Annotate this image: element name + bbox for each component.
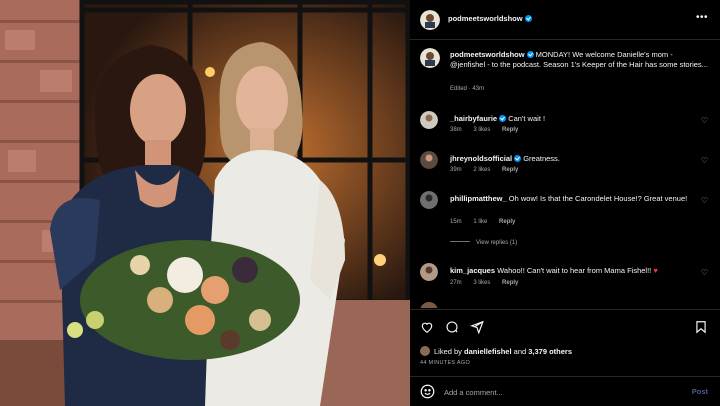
comment-meta: 27m 3 likes Reply xyxy=(450,280,528,286)
bookmark-icon[interactable] xyxy=(694,320,708,334)
comment-time: 27m xyxy=(450,280,462,286)
reply-button[interactable]: Reply xyxy=(502,127,518,133)
comment-text: kim_jacques Wahoo!! Can't wait to hear f… xyxy=(450,266,690,277)
post-sidebar: podmeetsworldshow ••• podmeetsworldshow … xyxy=(410,0,720,406)
partial-comment-row xyxy=(420,302,710,308)
liked-by-summary: Liked by daniellefishel and 3,379 others xyxy=(420,346,572,356)
comment-username[interactable]: jhreynoldsofficial xyxy=(450,154,512,163)
share-icon[interactable] xyxy=(470,320,484,334)
comment-input[interactable] xyxy=(444,384,674,400)
comment-composer: Post xyxy=(410,376,720,406)
comment-time: 39m xyxy=(450,167,462,173)
comment-meta: 39m 2 likes Reply xyxy=(450,167,528,173)
view-replies-label: View replies (1) xyxy=(476,240,518,246)
comment-like-heart-icon[interactable]: ♡ xyxy=(701,116,708,125)
comment-like-heart-icon[interactable]: ♡ xyxy=(701,196,708,205)
reply-button[interactable]: Reply xyxy=(502,167,518,173)
comment-likes[interactable]: 2 likes xyxy=(473,167,490,173)
post-header: podmeetsworldshow ••• xyxy=(410,0,720,40)
post-timestamp: 44 MINUTES AGO xyxy=(420,360,471,366)
more-icon[interactable]: ••• xyxy=(696,12,708,23)
verified-badge-icon xyxy=(499,115,507,122)
comment-like-heart-icon[interactable]: ♡ xyxy=(701,156,708,165)
comment-time: 38m xyxy=(450,127,462,133)
post-comment-button[interactable]: Post xyxy=(692,387,708,396)
emoji-icon[interactable] xyxy=(420,384,435,399)
liked-by-and: and xyxy=(511,347,529,356)
author-username[interactable]: podmeetsworldshow xyxy=(448,14,532,23)
caption-username[interactable]: podmeetsworldshow xyxy=(450,50,525,59)
comment-text: phillipmatthew_ Oh wow! Is that the Caro… xyxy=(450,194,690,205)
verified-badge-icon xyxy=(524,15,532,22)
comment-body: Wahoo!! Can't wait to hear from Mama Fis… xyxy=(497,266,654,275)
caption-avatar[interactable] xyxy=(420,48,440,68)
liked-by-others[interactable]: 3,379 others xyxy=(528,347,572,356)
post-actions: Liked by daniellefishel and 3,379 others… xyxy=(410,309,720,379)
replies-divider xyxy=(450,241,470,242)
commenter-avatar[interactable] xyxy=(420,191,438,209)
commenter-avatar[interactable] xyxy=(420,263,438,281)
comment-username[interactable]: _hairbyfaurie xyxy=(450,114,497,123)
comment-username[interactable]: phillipmatthew_ xyxy=(450,194,507,203)
red-heart-emoji-icon: ♥ xyxy=(653,266,658,275)
comment-text: jhreynoldsofficial Greatness. xyxy=(450,154,690,165)
comment-body: Greatness. xyxy=(523,154,560,163)
caption-meta: Edited · 43m xyxy=(450,86,485,92)
liked-by-prefix: Liked by xyxy=(434,347,465,356)
post-photo[interactable] xyxy=(0,0,410,406)
comment-time: 15m xyxy=(450,219,462,225)
commenter-avatar[interactable] xyxy=(420,151,438,169)
liked-by-user[interactable]: daniellefishel xyxy=(464,347,512,356)
comment-meta: 38m 3 likes Reply xyxy=(450,127,528,133)
comment-body: Oh wow! Is that the Carondelet House!? G… xyxy=(508,194,688,203)
comment-likes[interactable]: 1 like xyxy=(473,219,487,225)
author-avatar[interactable] xyxy=(420,10,440,30)
comment-icon[interactable] xyxy=(445,320,459,334)
commenter-avatar xyxy=(420,302,438,308)
comment-body: Can't wait ! xyxy=(508,114,546,123)
reply-button[interactable]: Reply xyxy=(502,280,518,286)
comment-likes[interactable]: 3 likes xyxy=(473,280,490,286)
verified-badge-icon xyxy=(514,155,522,162)
heart-icon[interactable] xyxy=(420,320,434,334)
comment-meta: 15m 1 like Reply xyxy=(450,219,525,225)
verified-badge-icon xyxy=(526,51,534,58)
view-replies-button[interactable]: View replies (1) xyxy=(450,240,517,246)
comment-text: _hairbyfaurie Can't wait ! xyxy=(450,114,690,125)
comment-username[interactable]: kim_jacques xyxy=(450,266,495,275)
photo-illustration xyxy=(0,0,410,406)
caption-text: podmeetsworldshow MONDAY! We welcome Dan… xyxy=(450,50,708,70)
comment-likes[interactable]: 3 likes xyxy=(473,127,490,133)
commenter-avatar[interactable] xyxy=(420,111,438,129)
comment-like-heart-icon[interactable]: ♡ xyxy=(701,268,708,277)
liker-avatar xyxy=(420,346,430,356)
reply-button[interactable]: Reply xyxy=(499,219,515,225)
